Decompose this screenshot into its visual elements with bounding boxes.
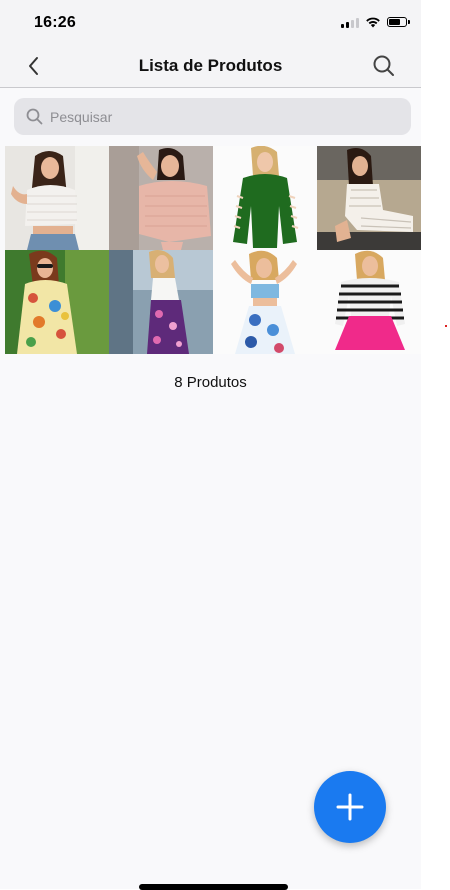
product-thumbnail-8[interactable] <box>317 250 421 354</box>
product-thumbnail-3[interactable] <box>213 146 317 250</box>
status-time: 16:26 <box>34 14 76 31</box>
stray-dot <box>445 325 447 327</box>
navigation-bar: Lista de Produtos <box>0 44 421 88</box>
product-thumbnail-4[interactable] <box>317 146 421 250</box>
search-field-icon <box>26 108 43 125</box>
status-icons <box>341 16 410 28</box>
page-title: Lista de Produtos <box>138 56 283 75</box>
product-thumbnail-5[interactable] <box>5 250 109 354</box>
search-bar[interactable] <box>14 98 411 135</box>
product-thumbnail-7[interactable] <box>213 250 317 354</box>
app-screen: 16:26 Lista de Produtos Pesquisar 8 Prod… <box>0 0 421 890</box>
search-input[interactable] <box>50 98 400 135</box>
add-product-button[interactable] <box>314 771 386 843</box>
battery-icon <box>387 17 410 27</box>
product-grid <box>5 146 421 354</box>
status-bar: 16:26 <box>0 0 421 44</box>
cellular-signal-icon <box>341 17 359 28</box>
wifi-icon <box>366 17 380 28</box>
search-icon[interactable] <box>371 53 397 79</box>
plus-icon <box>336 793 364 821</box>
product-thumbnail-2[interactable] <box>109 146 213 250</box>
home-indicator <box>139 884 288 890</box>
product-thumbnail-1[interactable] <box>5 146 109 250</box>
product-thumbnail-6[interactable] <box>109 250 213 354</box>
product-count-label: 8 Produtos <box>174 374 247 391</box>
